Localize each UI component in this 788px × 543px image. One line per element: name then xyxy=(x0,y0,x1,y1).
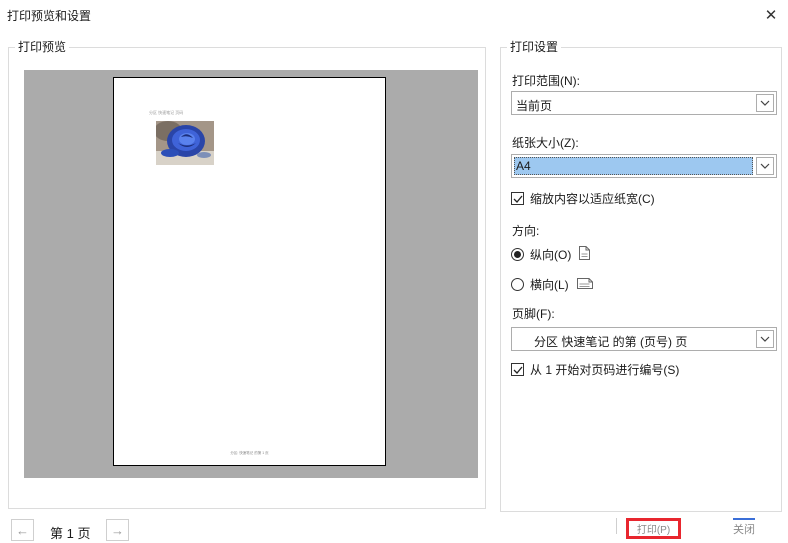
paper-size-value: A4 xyxy=(514,157,753,175)
radio-selected-icon xyxy=(511,248,524,261)
chevron-down-icon[interactable] xyxy=(756,157,774,175)
previous-page-button[interactable]: ← xyxy=(11,519,34,541)
window-title: 打印预览和设置 xyxy=(7,9,92,23)
scale-to-width-label: 缩放内容以适应纸宽(C) xyxy=(530,192,655,206)
print-settings-label: 打印设置 xyxy=(507,40,562,55)
preview-page: 分区 快速笔记 页码 分区: 快速笔记 的第 1 页 xyxy=(113,77,386,466)
footer-select[interactable]: 分区 快速笔记 的第 (页号) 页 xyxy=(511,327,777,351)
radio-unselected-icon xyxy=(511,278,524,291)
chevron-down-icon[interactable] xyxy=(756,94,774,112)
portrait-radio[interactable]: 纵向(O) xyxy=(511,246,591,263)
preview-page-header: 分区 快速笔记 页码 xyxy=(149,110,184,115)
next-page-button[interactable]: → xyxy=(106,519,129,541)
close-window-button[interactable]: ✕ xyxy=(754,0,788,30)
print-range-select[interactable]: 当前页 xyxy=(511,91,777,115)
title-bar: 打印预览和设置 ✕ xyxy=(0,0,788,30)
paper-size-label: 纸张大小(Z): xyxy=(512,136,579,150)
portrait-page-icon xyxy=(579,246,591,263)
landscape-page-icon xyxy=(576,277,593,292)
blue-rose-image xyxy=(156,121,214,165)
footer-value: 分区 快速笔记 的第 (页号) 页 xyxy=(534,335,688,349)
scale-to-width-checkbox[interactable]: 缩放内容以适应纸宽(C) xyxy=(511,190,655,207)
print-settings-group: 打印设置 打印范围(N): 当前页 纸张大小(Z): A4 缩放内容以适应纸宽(… xyxy=(500,40,782,512)
checkbox-checked-icon xyxy=(511,192,524,205)
print-range-label: 打印范围(N): xyxy=(512,74,580,88)
checkbox-checked-icon xyxy=(511,363,524,376)
landscape-label: 横向(L) xyxy=(530,278,569,292)
orientation-label: 方向: xyxy=(512,224,540,238)
paper-size-select[interactable]: A4 xyxy=(511,154,777,178)
close-button[interactable]: 关闭 xyxy=(733,518,755,537)
number-from-one-label: 从 1 开始对页码进行编号(S) xyxy=(530,363,680,377)
divider xyxy=(616,518,617,534)
preview-area: 分区 快速笔记 页码 分区: 快速笔记 的第 1 页 xyxy=(24,70,478,478)
print-range-value: 当前页 xyxy=(516,99,553,113)
print-button[interactable]: 打印(P) xyxy=(626,518,681,539)
page-indicator: 第 1 页 xyxy=(50,526,91,541)
print-preview-group: 打印预览 分区 快速笔记 页码 分区: 快速笔记 的第 1 页 xyxy=(8,40,486,509)
landscape-radio[interactable]: 横向(L) xyxy=(511,276,593,293)
arrow-left-icon: ← xyxy=(16,522,29,538)
number-from-one-checkbox[interactable]: 从 1 开始对页码进行编号(S) xyxy=(511,361,679,378)
print-preview-label: 打印预览 xyxy=(15,40,70,55)
close-icon: ✕ xyxy=(764,7,778,24)
footer-label: 页脚(F): xyxy=(512,307,555,321)
arrow-right-icon: → xyxy=(111,522,124,538)
preview-page-footer: 分区: 快速笔记 的第 1 页 xyxy=(230,451,269,455)
chevron-down-icon[interactable] xyxy=(756,330,774,348)
portrait-label: 纵向(O) xyxy=(530,248,572,262)
